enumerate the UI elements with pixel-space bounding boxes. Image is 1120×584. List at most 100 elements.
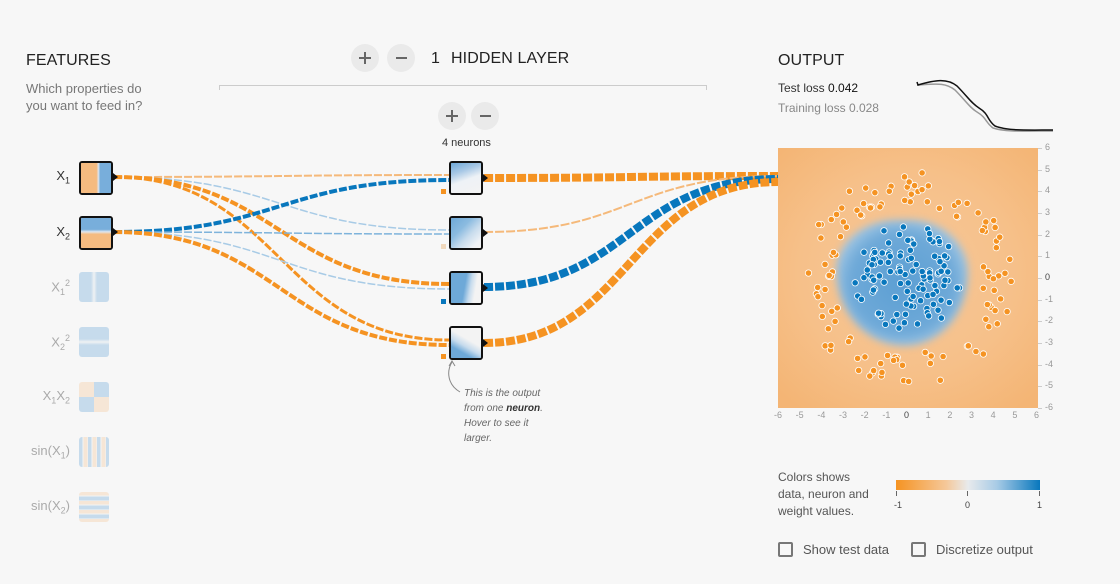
link-x2-n4[interactable] (113, 230, 450, 347)
data-point (991, 306, 999, 315)
neuron-2-bias[interactable] (441, 244, 446, 249)
data-point (909, 267, 917, 275)
link-n4-out[interactable] (483, 178, 779, 347)
data-point (918, 186, 926, 194)
data-point (905, 178, 913, 186)
feature-label-x1-squared: X12 (51, 278, 70, 297)
data-point (989, 275, 997, 283)
training-loss-value: 0.028 (848, 101, 879, 115)
data-point (878, 249, 886, 257)
feature-node-sin-x2[interactable] (79, 492, 109, 522)
link-x2-n1[interactable] (113, 178, 450, 234)
data-point (884, 258, 892, 267)
y-axis-tick (1038, 408, 1042, 409)
discretize-output-checkbox[interactable] (911, 542, 926, 557)
training-loss: Training loss 0.028 (778, 101, 879, 115)
neuron-1-bias[interactable] (441, 189, 446, 194)
y-axis-tick (1038, 169, 1042, 171)
feature-node-sin-x1[interactable] (79, 437, 109, 467)
y-axis-tick (1038, 343, 1042, 344)
neuron-4-bias[interactable] (441, 354, 446, 359)
legend-text: Colors shows data, neuron and weight val… (778, 470, 869, 518)
data-point (876, 258, 885, 266)
y-axis-tick (1038, 299, 1042, 301)
output-heatmap[interactable] (778, 148, 1038, 408)
feature-node-x2-squared[interactable] (79, 327, 109, 357)
discretize-output-toggle[interactable]: Discretize output (911, 542, 1033, 557)
data-point (935, 204, 943, 212)
data-point (844, 338, 853, 346)
data-point (978, 226, 986, 235)
feature-node-x1-squared[interactable] (79, 272, 109, 302)
data-point (964, 342, 972, 350)
data-point (985, 323, 993, 331)
data-point (874, 309, 883, 317)
data-point (937, 296, 945, 304)
data-point (851, 279, 859, 287)
data-point (926, 359, 934, 368)
data-point (937, 314, 945, 322)
hidden-neuron-4[interactable] (449, 326, 483, 360)
data-point (990, 286, 998, 294)
data-point (818, 312, 826, 321)
data-point (871, 248, 879, 256)
show-test-data-checkbox[interactable] (778, 542, 793, 557)
feature-node-x1[interactable] (79, 161, 113, 195)
neuron-3-bias[interactable] (441, 299, 446, 304)
link-x1-n1[interactable] (113, 174, 450, 178)
data-point (877, 359, 885, 368)
show-test-data-toggle[interactable]: Show test data (778, 542, 889, 557)
data-point (982, 315, 990, 323)
scale-label-mid: 0 (965, 500, 971, 510)
data-point (868, 261, 876, 269)
data-point (939, 352, 947, 361)
y-axis-tick (1038, 191, 1042, 193)
feature-node-x1x2[interactable] (79, 382, 109, 412)
x-axis-label: 2 (947, 410, 953, 420)
data-point (972, 347, 980, 356)
data-point (818, 302, 826, 310)
data-point (821, 260, 829, 268)
data-point (944, 268, 952, 276)
data-point (898, 361, 907, 369)
hidden-neuron-3[interactable] (449, 271, 483, 305)
data-point (862, 184, 870, 192)
data-point (1003, 308, 1011, 316)
output-title: OUTPUT (778, 52, 845, 69)
data-point (931, 252, 939, 260)
data-point (878, 368, 886, 377)
data-point (919, 285, 927, 293)
data-point (876, 203, 884, 211)
neuron-4-arrow-icon (483, 339, 488, 347)
link-x1-n2[interactable] (113, 176, 450, 231)
data-point (857, 295, 866, 303)
data-point (945, 298, 953, 307)
data-point (895, 230, 904, 239)
training-loss-line (916, 83, 1054, 132)
feature-x2-arrow-icon (113, 228, 118, 236)
hidden-neuron-1[interactable] (449, 161, 483, 195)
data-point (883, 351, 892, 360)
link-n3-out[interactable] (483, 175, 779, 291)
data-point (814, 283, 822, 292)
data-point (885, 239, 893, 247)
y-axis-label: -4 (1045, 358, 1054, 369)
hidden-neuron-2[interactable] (449, 216, 483, 250)
y-axis-label: 3 (1045, 207, 1051, 217)
data-point (861, 353, 869, 361)
data-point (804, 269, 813, 277)
x-axis-label: -3 (839, 410, 848, 420)
feature-node-x2[interactable] (79, 216, 113, 250)
data-point (979, 284, 987, 292)
data-point (832, 210, 841, 218)
data-point (925, 312, 933, 320)
data-point (979, 263, 988, 271)
data-point (929, 300, 938, 308)
y-axis-label: 5 (1045, 163, 1051, 174)
data-point (929, 290, 937, 299)
data-point (952, 212, 961, 220)
link-x1-n4[interactable] (113, 175, 450, 342)
data-point (912, 260, 920, 269)
data-point (893, 310, 901, 319)
data-point (889, 356, 898, 364)
